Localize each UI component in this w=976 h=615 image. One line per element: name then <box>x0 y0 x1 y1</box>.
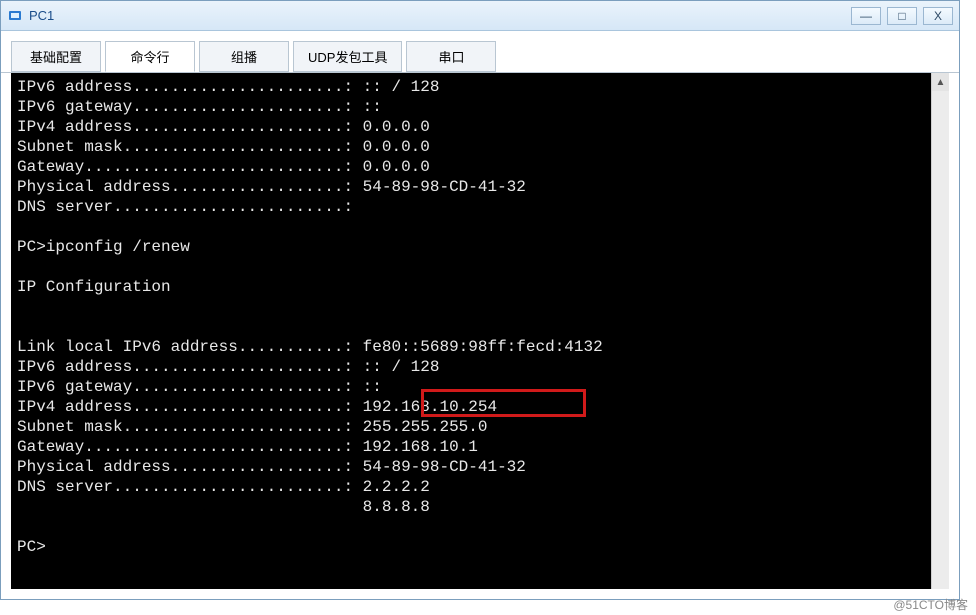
tab-multicast[interactable]: 组播 <box>199 41 289 72</box>
vertical-scrollbar[interactable]: ▲ <box>931 73 949 589</box>
window-buttons: — □ X <box>851 7 953 25</box>
scroll-up-arrow[interactable]: ▲ <box>932 73 949 91</box>
minimize-button[interactable]: — <box>851 7 881 25</box>
terminal-output[interactable]: IPv6 address......................: :: /… <box>11 73 931 589</box>
window-title: PC1 <box>29 8 851 23</box>
titlebar: PC1 — □ X <box>1 1 959 31</box>
app-window: PC1 — □ X 基础配置 命令行 组播 UDP发包工具 串口 IPv6 ad… <box>0 0 960 600</box>
tab-basic-config[interactable]: 基础配置 <box>11 41 101 72</box>
close-button[interactable]: X <box>923 7 953 25</box>
tab-serial[interactable]: 串口 <box>406 41 496 72</box>
maximize-button[interactable]: □ <box>887 7 917 25</box>
watermark: @51CTO博客 <box>893 596 968 613</box>
tab-udp-tool[interactable]: UDP发包工具 <box>293 41 402 72</box>
tab-cli[interactable]: 命令行 <box>105 41 195 72</box>
app-icon <box>7 8 23 24</box>
tab-bar: 基础配置 命令行 组播 UDP发包工具 串口 <box>1 31 959 73</box>
terminal-container: IPv6 address......................: :: /… <box>1 73 959 599</box>
highlight-ipv4-address <box>421 389 586 417</box>
